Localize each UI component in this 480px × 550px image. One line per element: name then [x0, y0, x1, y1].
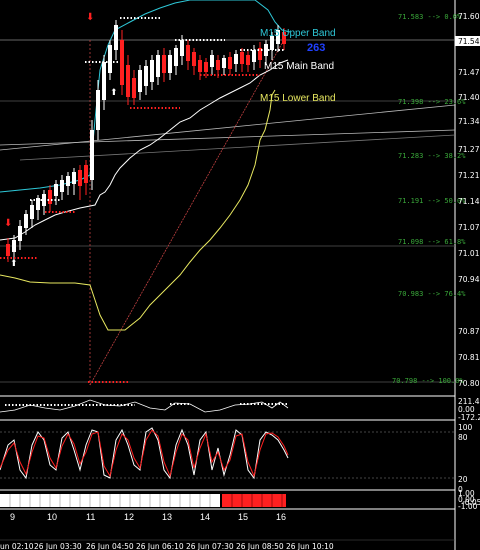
hour-tick: 12 [124, 512, 134, 522]
price-tick: 71.075 [458, 223, 480, 232]
price-tick: 71.210 [458, 171, 480, 180]
lower-band-line [0, 89, 276, 331]
time-label: 26 Jun 06:10 [136, 542, 184, 550]
hist-axis-tick: -1.00 [458, 502, 478, 511]
hour-tick: 10 [47, 512, 57, 522]
candles [6, 20, 286, 262]
fib-label: 70.983 --> 76.4% [398, 290, 466, 298]
hour-tick: 9 [10, 512, 15, 522]
stoch-axis-tick: 100 [458, 423, 473, 432]
fib-label: 71.098 --> 61.8% [398, 238, 466, 246]
hour-tick: 13 [162, 512, 172, 522]
hour-tick: 11 [86, 512, 95, 522]
stoch-axis-tick: 20 [458, 475, 468, 484]
time-label: 26 Jun 08:50 [236, 542, 284, 550]
time-label: un 02:10 [0, 542, 34, 550]
down-arrow-icon: ⬇ [4, 218, 12, 229]
price-tick: 71.475 [458, 68, 480, 77]
fib-label: 71.283 --> 38.2% [398, 152, 466, 160]
price-tick: 70.810 [458, 353, 480, 362]
main-band-line [0, 59, 289, 241]
price-tick: 71.275 [458, 145, 480, 154]
current-price-label: 71.540 [458, 37, 480, 46]
chart-canvas[interactable]: ⬇ ⬇ ⬆ ⬆ M15 Upper Band M15 Main Band M15… [0, 0, 480, 550]
fib-label: 71.191 --> 50.0% [398, 197, 466, 205]
time-label: 26 Jun 07:30 [186, 542, 234, 550]
time-label: 26 Jun 10:10 [286, 542, 334, 550]
price-tick: 70.940 [458, 275, 480, 284]
time-label: 26 Jun 03:30 [34, 542, 82, 550]
bar-counter: 263 [307, 42, 325, 54]
hour-tick: 16 [276, 512, 286, 522]
price-tick: 71.140 [458, 197, 480, 206]
price-tick: 71.405 [458, 93, 480, 102]
price-tick: 71.605 [458, 12, 480, 21]
main-band-label: M15 Main Band [264, 61, 334, 72]
down-arrow-icon: ⬇ [86, 12, 94, 23]
lower-band-label: M15 Lower Band [260, 93, 336, 104]
price-tick: 71.340 [458, 117, 480, 126]
price-tick: 70.875 [458, 327, 480, 336]
indicator-histogram: 1.00 0.00 -0.05 -1.00 [0, 489, 480, 511]
fib-label: 71.583 --> 0.0% [398, 13, 462, 21]
price-tick: 71.010 [458, 249, 480, 258]
upper-band-label: M15 Upper Band [260, 28, 336, 39]
up-arrow-icon: ⬆ [110, 88, 118, 98]
indicator-cci: 211.43 0.00 -172.24 [0, 397, 480, 422]
price-tick: 70.800 [458, 379, 480, 388]
fib-label: 71.398 --> 23.6% [398, 98, 466, 106]
cci-axis-tick: -172.24 [458, 413, 480, 422]
hour-tick: 14 [200, 512, 210, 522]
time-axis[interactable]: un 02:10 26 Jun 03:30 26 Jun 04:50 26 Ju… [0, 542, 334, 550]
indicator-stochastic: 100 80 20 0 [0, 423, 473, 494]
upper-band-line [0, 0, 291, 193]
fib-label: 70.798 --> 100.0% [392, 377, 464, 385]
hour-ticks: 9 10 11 12 13 14 15 16 [10, 512, 286, 522]
price-axis[interactable]: 71.605 71.540 71.475 71.405 71.340 71.27… [455, 12, 480, 388]
up-arrow-icon: ⬆ [10, 259, 18, 269]
time-label: 26 Jun 04:50 [86, 542, 134, 550]
hour-tick: 15 [238, 512, 248, 522]
stoch-axis-tick: 80 [458, 433, 468, 442]
